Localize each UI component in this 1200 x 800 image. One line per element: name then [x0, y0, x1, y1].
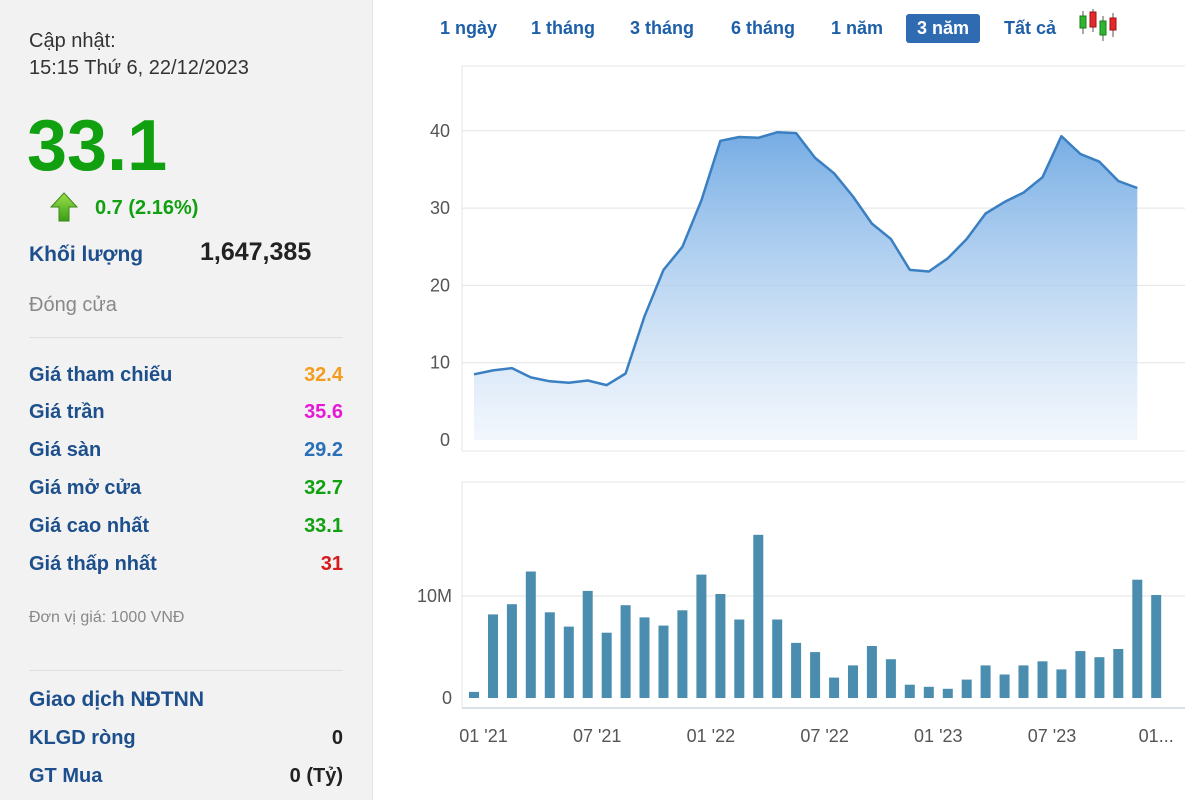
- volume-bar: [885, 659, 896, 698]
- volume-bar: [563, 626, 574, 698]
- foreign-label: KLGD ròng: [29, 727, 136, 749]
- volume-bar: [620, 605, 631, 698]
- update-datetime: 15:15 Thứ 6, 22/12/2023: [29, 57, 249, 79]
- volume-bar: [848, 665, 858, 698]
- stat-label: Giá trần: [29, 401, 105, 423]
- volume-value: 1,647,385: [200, 238, 312, 266]
- foreign-value: 0 (Tỷ): [289, 765, 343, 787]
- stat-label: Giá mở cửa: [29, 477, 142, 499]
- volume-bar: [525, 571, 536, 698]
- volume-bar: [1151, 595, 1162, 698]
- volume-bar: [999, 674, 1010, 698]
- x-tick-label: 07 '23: [1028, 726, 1076, 746]
- volume-bar: [658, 625, 669, 698]
- volume-bar: [942, 688, 953, 698]
- up-arrow-icon: [50, 192, 78, 222]
- volume-bar: [639, 617, 650, 698]
- volume-bar: [1075, 651, 1086, 698]
- price-area-fill: [474, 132, 1138, 441]
- volume-bar: [469, 691, 479, 698]
- volume-bar: [772, 619, 783, 698]
- price-y-tick-label: 20: [430, 275, 450, 295]
- volume-bar: [1056, 669, 1067, 698]
- price-panel: 0 10 20 30 40: [430, 65, 1185, 452]
- volume-bar: [923, 686, 934, 698]
- market-status: Đóng cửa: [29, 294, 117, 316]
- volume-bar: [810, 652, 821, 698]
- volume-bar: [1037, 661, 1048, 698]
- volume-bar: [1018, 665, 1029, 698]
- volume-label: Khối lượng: [29, 243, 144, 266]
- x-tick-label: 01...: [1139, 726, 1174, 746]
- update-label: Cập nhật:: [29, 30, 116, 52]
- x-tick-label: 01 '21: [459, 726, 507, 746]
- current-price: 33.1: [27, 106, 168, 186]
- volume-bar: [866, 646, 877, 698]
- stat-label: Giá sàn: [29, 439, 102, 461]
- x-tick-label: 01 '22: [687, 726, 735, 746]
- x-tick-label: 07 '22: [800, 726, 848, 746]
- volume-bar: [582, 590, 593, 698]
- price-y-tick-label: 30: [430, 198, 450, 218]
- stat-row-ceiling: Giá trần 35.6: [29, 401, 343, 429]
- stat-row-low: Giá thấp nhất 31: [29, 553, 343, 581]
- x-tick-label: 07 '21: [573, 726, 621, 746]
- stat-row-high: Giá cao nhất 33.1: [29, 515, 343, 543]
- stat-label: Giá thấp nhất: [29, 553, 157, 575]
- x-axis: 01 '21 07 '21 01 '22 07 '22 01 '23 07 '23 01..…: [459, 726, 1173, 746]
- volume-bar: [791, 642, 802, 698]
- volume-bar: [696, 574, 707, 698]
- foreign-value: 0: [331, 727, 343, 749]
- price-unit-note: Đơn vị giá: 1000 VNĐ: [29, 609, 185, 626]
- volume-bar: [1113, 649, 1124, 698]
- volume-y-tick-label: 10M: [417, 586, 452, 606]
- volume-bar: [961, 679, 972, 698]
- stock-info-panel: Cập nhật: 15:15 Thứ 6, 22/12/2023 33.1 0…: [0, 0, 373, 800]
- foreign-row-net-volume: KLGD ròng 0: [29, 727, 343, 755]
- stat-value: 32.4: [304, 364, 343, 386]
- price-change: 0.7 (2.16%): [95, 197, 199, 219]
- volume-y-tick-label: 0: [442, 688, 452, 708]
- volume-bar: [1132, 579, 1143, 698]
- stat-label: Giá tham chiếu: [29, 364, 173, 386]
- volume-bar: [829, 677, 840, 698]
- price-y-tick-label: 10: [430, 353, 450, 373]
- volume-bar: [506, 604, 517, 698]
- price-y-tick-label: 0: [440, 430, 450, 450]
- volume-bar: [734, 619, 745, 698]
- stat-row-reference: Giá tham chiếu 32.4: [29, 364, 343, 392]
- foreign-row-buy-value: GT Mua 0 (Tỷ): [29, 765, 343, 793]
- volume-bar: [488, 614, 498, 698]
- price-volume-chart: 010203040 010M 01 '21 07 '21 01 '22 07 '22 0…: [417, 65, 1185, 746]
- stat-value: 31: [320, 553, 343, 575]
- x-tick-label: 01 '23: [914, 726, 962, 746]
- stat-row-open: Giá mở cửa 32.7: [29, 477, 343, 505]
- volume-bar: [601, 632, 612, 698]
- volume-bar: [980, 665, 991, 698]
- volume-bar: [904, 684, 915, 698]
- volume-bar: [753, 534, 764, 698]
- stat-value: 35.6: [304, 401, 343, 423]
- volume-bar: [1094, 657, 1105, 698]
- stat-label: Giá cao nhất: [29, 515, 150, 537]
- divider: [29, 670, 343, 671]
- foreign-trading-title: Giao dịch NĐTNN: [29, 688, 205, 711]
- volume-bar: [715, 594, 726, 698]
- volume-panel: 0 10M: [417, 481, 1185, 709]
- price-y-tick-label: 40: [430, 121, 450, 141]
- stat-value: 32.7: [304, 477, 343, 499]
- stat-row-floor: Giá sàn 29.2: [29, 439, 343, 467]
- stat-value: 29.2: [304, 439, 343, 461]
- divider: [29, 337, 343, 338]
- volume-bar: [544, 612, 555, 698]
- foreign-label: GT Mua: [29, 765, 103, 787]
- volume-bar: [677, 610, 688, 698]
- stat-value: 33.1: [304, 515, 343, 537]
